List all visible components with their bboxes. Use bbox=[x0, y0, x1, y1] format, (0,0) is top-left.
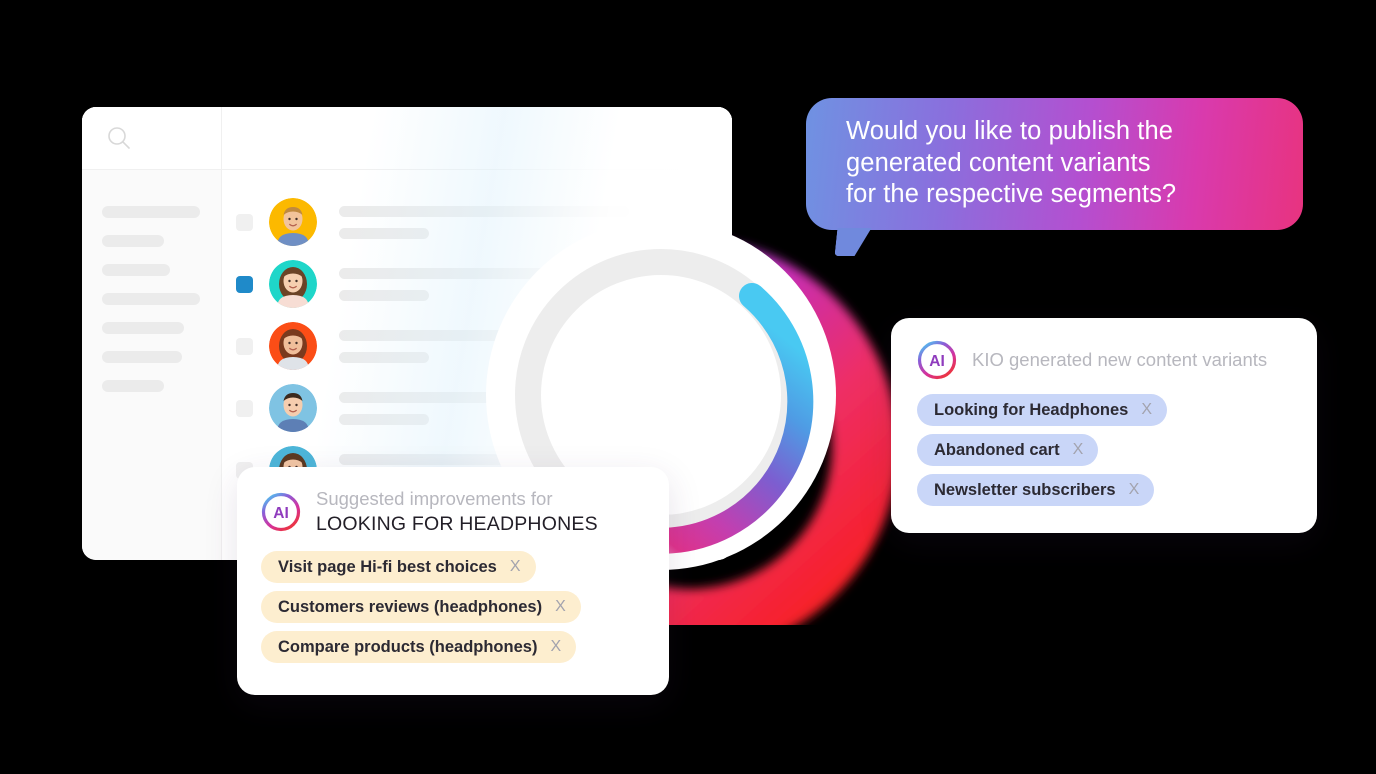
row-checkbox[interactable] bbox=[236, 213, 253, 231]
row-line-secondary bbox=[339, 351, 429, 363]
tag-pill[interactable]: Looking for Headphones X bbox=[917, 394, 1168, 426]
tag-label: Visit page Hi-fi best choices bbox=[278, 557, 497, 576]
sidebar-skeleton-bar-5 bbox=[102, 322, 184, 334]
card-header: AI Suggested improvements for LOOKING FO… bbox=[261, 487, 645, 537]
improvement-tag-list: Visit page Hi-fi best choices X Customers … bbox=[261, 551, 645, 671]
svg-text:AI: AI bbox=[929, 353, 945, 370]
tag-remove-icon[interactable]: X bbox=[510, 558, 521, 576]
tag-remove-icon[interactable]: X bbox=[1129, 481, 1140, 499]
sidebar-skeleton-list bbox=[82, 170, 221, 392]
generated-variants-card: AI KIO generated new content variants Lo… bbox=[891, 318, 1317, 533]
row-line-secondary bbox=[339, 413, 429, 425]
tag-remove-icon[interactable]: X bbox=[555, 598, 566, 616]
ai-badge-icon: AI bbox=[261, 492, 301, 532]
bubble-text-line: for the respective segments? bbox=[846, 180, 1177, 208]
ai-badge-icon: AI bbox=[917, 340, 957, 380]
suggested-improvements-card: AI Suggested improvements for LOOKING FO… bbox=[237, 467, 669, 695]
bubble-text-line: Would you like to publish the bbox=[846, 117, 1174, 145]
sidebar-skeleton-bar-1 bbox=[102, 206, 200, 218]
card-subtitle: Suggested improvements for bbox=[316, 488, 553, 509]
tag-row: Visit page Hi-fi best choices X bbox=[261, 551, 645, 591]
row-checkbox[interactable] bbox=[236, 275, 253, 293]
row-line-secondary bbox=[339, 227, 429, 239]
tag-row: Compare products (headphones) X bbox=[261, 631, 645, 671]
sidebar-skeleton-bar-3 bbox=[102, 264, 170, 276]
kio-question-bubble: Would you like to publish the generated c… bbox=[806, 98, 1303, 256]
tag-row: Looking for Headphones X bbox=[917, 394, 1291, 434]
card-header: AI KIO generated new content variants bbox=[917, 340, 1291, 380]
bubble-text: Would you like to publish the generated c… bbox=[846, 116, 1275, 211]
avatar-person-4 bbox=[269, 384, 317, 432]
variant-tag-list: Looking for Headphones X Abandoned cart X Ne… bbox=[917, 394, 1291, 514]
card-title: LOOKING FOR HEADPHONES bbox=[316, 513, 598, 535]
tag-label: Newsletter subscribers bbox=[934, 480, 1116, 499]
card-header-text: KIO generated new content variants bbox=[972, 349, 1268, 370]
tag-row: Customers reviews (headphones) X bbox=[261, 591, 645, 631]
tag-remove-icon[interactable]: X bbox=[1073, 441, 1084, 459]
row-checkbox[interactable] bbox=[236, 337, 253, 355]
main-header bbox=[222, 107, 732, 170]
row-checkbox[interactable] bbox=[236, 399, 253, 417]
sidebar-header bbox=[82, 107, 221, 170]
tag-label: Compare products (headphones) bbox=[278, 637, 538, 656]
tag-label: Customers reviews (headphones) bbox=[278, 597, 543, 616]
tag-label: Abandoned cart bbox=[934, 440, 1060, 459]
card-header-text: Suggested improvements for LOOKING FOR H… bbox=[316, 487, 598, 537]
avatar-person-3 bbox=[269, 322, 317, 370]
bubble-tail bbox=[834, 228, 872, 256]
row-line-primary bbox=[339, 391, 504, 403]
tag-row: Abandoned cart X bbox=[917, 434, 1291, 474]
sidebar-skeleton-bar-2 bbox=[102, 235, 164, 247]
sidebar-skeleton-bar-6 bbox=[102, 351, 182, 363]
sidebar-skeleton-bar-4 bbox=[102, 293, 200, 305]
tag-label: Looking for Headphones bbox=[934, 400, 1129, 419]
svg-text:AI: AI bbox=[273, 505, 289, 522]
bubble-text-line: generated content variants bbox=[846, 148, 1151, 177]
sidebar-skeleton-bar-7 bbox=[102, 380, 164, 392]
illustration-stage: Would you like to publish the generated c… bbox=[0, 0, 1376, 774]
search-icon[interactable] bbox=[106, 125, 132, 151]
row-line-secondary bbox=[339, 289, 429, 301]
tag-remove-icon[interactable]: X bbox=[1141, 401, 1152, 419]
tag-pill[interactable]: Customers reviews (headphones) X bbox=[261, 591, 581, 623]
avatar-person-2 bbox=[269, 260, 317, 308]
tag-row: Newsletter subscribers X bbox=[917, 474, 1291, 514]
sidebar bbox=[82, 107, 222, 560]
tag-pill[interactable]: Newsletter subscribers X bbox=[917, 474, 1155, 506]
avatar-person-1 bbox=[269, 198, 317, 246]
tag-remove-icon[interactable]: X bbox=[550, 638, 561, 656]
tag-pill[interactable]: Compare products (headphones) X bbox=[261, 631, 577, 663]
tag-pill[interactable]: Abandoned cart X bbox=[917, 434, 1099, 466]
tag-pill[interactable]: Visit page Hi-fi best choices X bbox=[261, 551, 536, 583]
